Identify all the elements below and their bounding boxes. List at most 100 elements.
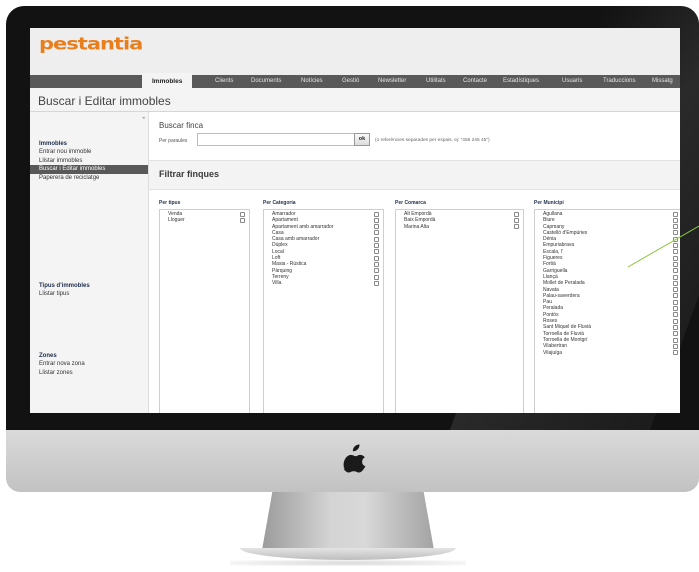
- filter-checkbox[interactable]: [673, 343, 678, 349]
- filter-checkbox[interactable]: [673, 268, 678, 274]
- filter-option-list[interactable]: Alt Empordà Baix Empordà Marina Alta: [395, 209, 524, 413]
- filter-checkbox[interactable]: [374, 211, 379, 217]
- filter-checkbox[interactable]: [673, 230, 678, 236]
- filter-option-label: Dénia: [543, 236, 557, 243]
- filter-checkbox[interactable]: [514, 211, 519, 217]
- filter-checkbox[interactable]: [673, 224, 678, 230]
- filter-checkbox[interactable]: [673, 280, 678, 286]
- stand-shadow: [230, 560, 466, 566]
- filter-checkbox[interactable]: [673, 255, 678, 261]
- sidebar-link[interactable]: Buscar i Editar immobles: [30, 165, 149, 174]
- filter-option-label: Vilajuïga: [543, 349, 563, 356]
- search-ok-button[interactable]: ok: [354, 133, 370, 146]
- sidebar-link[interactable]: Llistar tipus: [39, 290, 149, 299]
- filter-checkbox[interactable]: [673, 350, 678, 356]
- filter-checkbox[interactable]: [673, 318, 678, 324]
- search-input[interactable]: [197, 133, 355, 146]
- filter-checkbox[interactable]: [240, 217, 245, 223]
- filter-option-label: Empuriabrava: [543, 242, 575, 249]
- filter-option-list[interactable]: Amarrador Apartament Apartament amb amarra…: [263, 209, 384, 413]
- filter-checkbox[interactable]: [374, 236, 379, 242]
- filter-checkbox[interactable]: [673, 337, 678, 343]
- filter-checkbox[interactable]: [673, 236, 678, 242]
- filter-option-label: Palau-saverdera: [543, 292, 580, 299]
- search-label: Per paraules: [159, 138, 188, 144]
- sidebar-group: Immobles Entrar nou immoble Llistar immobl…: [30, 140, 149, 183]
- collapse-sidebar-icon[interactable]: ◂: [142, 115, 145, 121]
- filter-checkbox[interactable]: [374, 224, 379, 230]
- filter-checkbox[interactable]: [673, 274, 678, 280]
- sidebar-link[interactable]: Entrar nou immoble: [39, 148, 149, 157]
- filter-column: Per Categoria Amarrador Apartament Apartame…: [263, 200, 384, 413]
- imac-mockup: pestantia Immobles Clients Documents Notíci…: [0, 0, 699, 572]
- stand-neck: [262, 492, 434, 550]
- filter-option-label: Mollet de Peralada: [543, 280, 585, 287]
- nav-tab[interactable]: Traduccions: [603, 75, 635, 88]
- filter-checkbox[interactable]: [673, 287, 678, 293]
- filter-checkbox[interactable]: [673, 211, 678, 217]
- filter-option-label: Casa amb amarrador: [272, 236, 320, 243]
- filter-option-label: Torroella de Fluvià: [543, 330, 584, 337]
- filter-checkbox[interactable]: [374, 230, 379, 236]
- sidebar-link[interactable]: Paperera de reciclatge: [39, 174, 149, 183]
- filter-checkbox[interactable]: [673, 243, 678, 249]
- filter-checkbox[interactable]: [514, 224, 519, 230]
- sidebar-link[interactable]: Entrar nova zona: [39, 360, 149, 369]
- filter-option-label: Amarrador: [272, 211, 296, 217]
- filter-checkbox[interactable]: [673, 261, 678, 267]
- nav-tab[interactable]: Estadístiques: [503, 75, 539, 88]
- filter-checkbox[interactable]: [673, 312, 678, 318]
- filter-checkbox[interactable]: [374, 268, 379, 274]
- filter-option-label: Navata: [543, 286, 559, 293]
- filter-checkbox[interactable]: [374, 261, 379, 267]
- filter-checkbox[interactable]: [374, 217, 379, 223]
- filter-checkbox[interactable]: [374, 274, 379, 280]
- filter-checkbox[interactable]: [374, 255, 379, 261]
- filter-column-title: Per Categoria: [263, 200, 296, 206]
- filter-column: Per Municipi Agullana Biure Capmany Castelló…: [534, 200, 680, 413]
- filter-checkbox[interactable]: [514, 217, 519, 223]
- filter-checkbox[interactable]: [673, 293, 678, 299]
- filter-option-label: Apartament amb amarrador: [272, 223, 334, 230]
- filter-checkbox[interactable]: [240, 211, 245, 217]
- filter-checkbox[interactable]: [673, 217, 678, 223]
- nav-tab[interactable]: Clients: [215, 75, 233, 88]
- brand-logo[interactable]: pestantia: [39, 34, 143, 54]
- filter-checkbox[interactable]: [673, 331, 678, 337]
- filter-checkbox[interactable]: [374, 249, 379, 255]
- sidebar-group: Zones Entrar nova zona Llistar zones: [39, 352, 149, 377]
- sidebar-group-title: Immobles: [39, 141, 68, 147]
- nav-tab[interactable]: Documents: [251, 75, 281, 88]
- nav-tab[interactable]: Contacte: [463, 75, 487, 88]
- filter-checkbox[interactable]: [374, 280, 379, 286]
- filter-option-list[interactable]: Venda Lloguer: [159, 209, 250, 413]
- filter-option-list[interactable]: Agullana Biure Capmany Castelló d'Empúries D…: [534, 209, 680, 413]
- filter-checkbox[interactable]: [673, 324, 678, 330]
- filter-option-label: Agullana: [543, 211, 563, 217]
- filter-option-label: Sant Miquel de Fluvià: [543, 324, 592, 331]
- sidebar-link[interactable]: Llistar immobles: [39, 157, 149, 166]
- filter-option-label: Pàrquing: [272, 267, 293, 274]
- filter-option-label: Apartament: [272, 217, 298, 224]
- filter-checkbox[interactable]: [374, 243, 379, 249]
- nav-tab[interactable]: Utilitats: [426, 75, 446, 88]
- sidebar-group-title: Zones: [39, 353, 57, 359]
- sidebar-link[interactable]: Llistar zones: [39, 369, 149, 378]
- nav-tab[interactable]: Usuaris: [562, 75, 582, 88]
- sidebar: Immobles Entrar nou immoble Llistar immobl…: [30, 112, 149, 413]
- filter-checkbox[interactable]: [673, 249, 678, 255]
- nav-tab[interactable]: Missatg: [652, 75, 673, 88]
- filter-option-label: Torroella de Montgrí: [543, 336, 588, 343]
- nav-tab[interactable]: Notícies: [301, 75, 323, 88]
- filter-checkbox[interactable]: [673, 306, 678, 312]
- filter-option-label: Venda: [168, 211, 183, 217]
- nav-tab[interactable]: Gestió: [342, 75, 359, 88]
- filter-option-label: Capmany: [543, 223, 565, 230]
- filter-checkbox[interactable]: [673, 299, 678, 305]
- filter-column-title: Per Comarca: [395, 200, 426, 206]
- filter-option-label: Loft: [272, 255, 281, 262]
- filter-option: Vilajuïga: [543, 350, 680, 356]
- nav-tab[interactable]: Immobles: [142, 73, 193, 88]
- nav-tab[interactable]: Newsletter: [378, 75, 406, 88]
- filter-option-label: Vilabertran: [543, 343, 568, 350]
